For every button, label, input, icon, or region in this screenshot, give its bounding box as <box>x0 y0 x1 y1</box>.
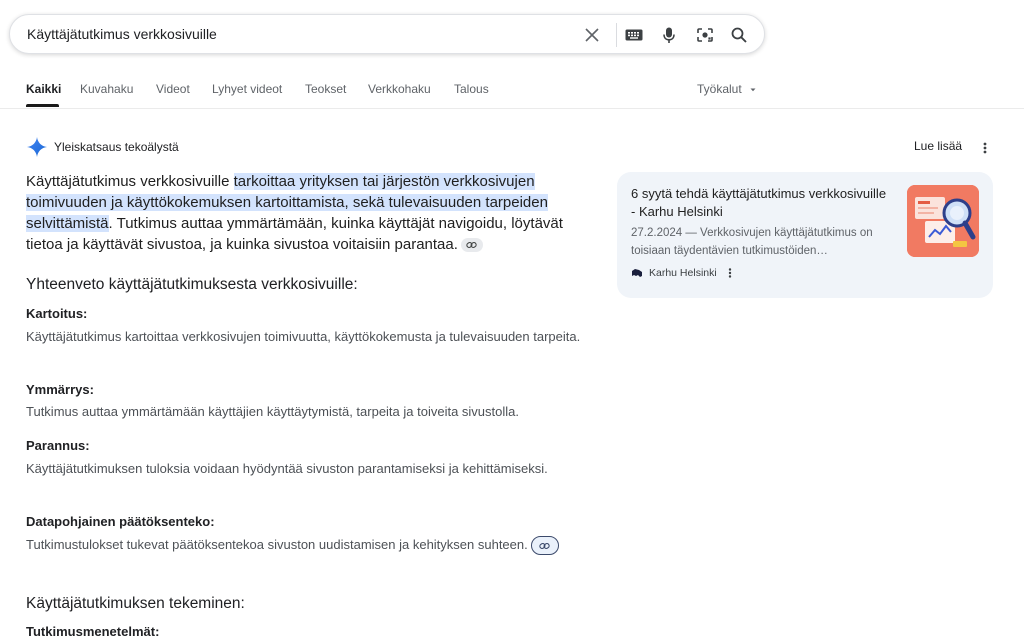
doing-heading: Käyttäjätutkimuksen tekeminen: <box>26 595 245 612</box>
item-body-kartoitus: Käyttäjätutkimus kartoittaa verkkosivuje… <box>26 329 581 344</box>
ai-overview-label: Yleiskatsaus tekoälystä <box>54 140 179 154</box>
source-link-chip-selected[interactable] <box>530 536 559 556</box>
source-card-publisher-name: Karhu Helsinki <box>649 267 717 279</box>
source-link-chip[interactable] <box>460 238 483 253</box>
item-title-ymmarrys: Ymmärrys: <box>26 382 94 397</box>
item-title-tutkimusmenetelmat: Tutkimusmenetelmät: <box>26 624 160 639</box>
microphone-icon[interactable] <box>658 24 680 46</box>
lead-text-start: Käyttäjätutkimus verkkosivuille <box>26 173 234 190</box>
source-card-more-icon[interactable] <box>727 266 733 280</box>
link-icon <box>466 242 478 249</box>
tab-lyhyet-videot[interactable]: Lyhyet videot <box>212 82 282 96</box>
tab-talous[interactable]: Talous <box>454 82 489 96</box>
item-title-kartoitus: Kartoitus: <box>26 306 88 321</box>
item-body-ymmarrys: Tutkimus auttaa ymmärtämään käyttäjien k… <box>26 404 519 419</box>
tab-videot[interactable]: Videot <box>156 82 190 96</box>
lens-camera-icon[interactable] <box>694 24 716 46</box>
item-body-parannus: Käyttäjätutkimuksen tuloksia voidaan hyö… <box>26 461 548 476</box>
source-card-thumbnail[interactable] <box>907 185 979 257</box>
tab-verkkohaku[interactable]: Verkkohaku <box>368 82 431 96</box>
source-card[interactable]: 6 syytä tehdä käyttäjätutkimus verkkosiv… <box>617 172 993 298</box>
ai-overview-body: Käyttäjätutkimus verkkosivuille tarkoitt… <box>26 171 586 255</box>
search-icon[interactable] <box>728 24 750 46</box>
karhu-favicon-icon <box>632 269 642 277</box>
gemini-sparkle-icon <box>27 137 47 157</box>
header-divider <box>0 108 1024 109</box>
magnifier-illustration-icon <box>907 185 979 257</box>
ai-overview-lead: Käyttäjätutkimus verkkosivuille tarkoitt… <box>26 171 586 255</box>
tools-label: Työkalut <box>697 82 742 96</box>
source-card-title[interactable]: 6 syytä tehdä käyttäjätutkimus verkkosiv… <box>631 185 891 221</box>
search-input[interactable] <box>27 24 567 44</box>
tab-kuvahaku[interactable]: Kuvahaku <box>80 82 133 96</box>
keyboard-icon[interactable] <box>623 24 645 46</box>
search-divider <box>616 23 617 47</box>
link-icon <box>539 542 550 549</box>
summary-heading: Yhteenveto käyttäjätutkimuksesta verkkos… <box>26 276 358 293</box>
caret-down-icon <box>750 88 756 92</box>
read-more-link[interactable]: Lue lisää <box>914 139 962 153</box>
tools-menu[interactable]: Työkalut <box>697 82 757 96</box>
ai-overview-header: Yleiskatsaus tekoälystä <box>27 137 179 157</box>
tab-teokset[interactable]: Teokset <box>305 82 346 96</box>
clear-icon[interactable] <box>581 24 603 46</box>
item-title-datapohjainen: Datapohjainen päätöksenteko: <box>26 514 215 529</box>
search-bar <box>9 14 765 54</box>
source-card-publisher: Karhu Helsinki <box>631 266 733 280</box>
item-title-parannus: Parannus: <box>26 438 90 453</box>
source-card-snippet: 27.2.2024 — Verkkosivujen käyttäjätutkim… <box>631 227 873 257</box>
item-body-datapohjainen-text: Tutkimustulokset tukevat päätöksentekoa … <box>26 537 528 552</box>
item-body-datapohjainen: Tutkimustulokset tukevat päätöksentekoa … <box>26 535 586 556</box>
active-tab-indicator <box>26 104 59 107</box>
more-options-icon[interactable] <box>980 140 990 156</box>
tab-kaikki[interactable]: Kaikki <box>26 82 61 96</box>
